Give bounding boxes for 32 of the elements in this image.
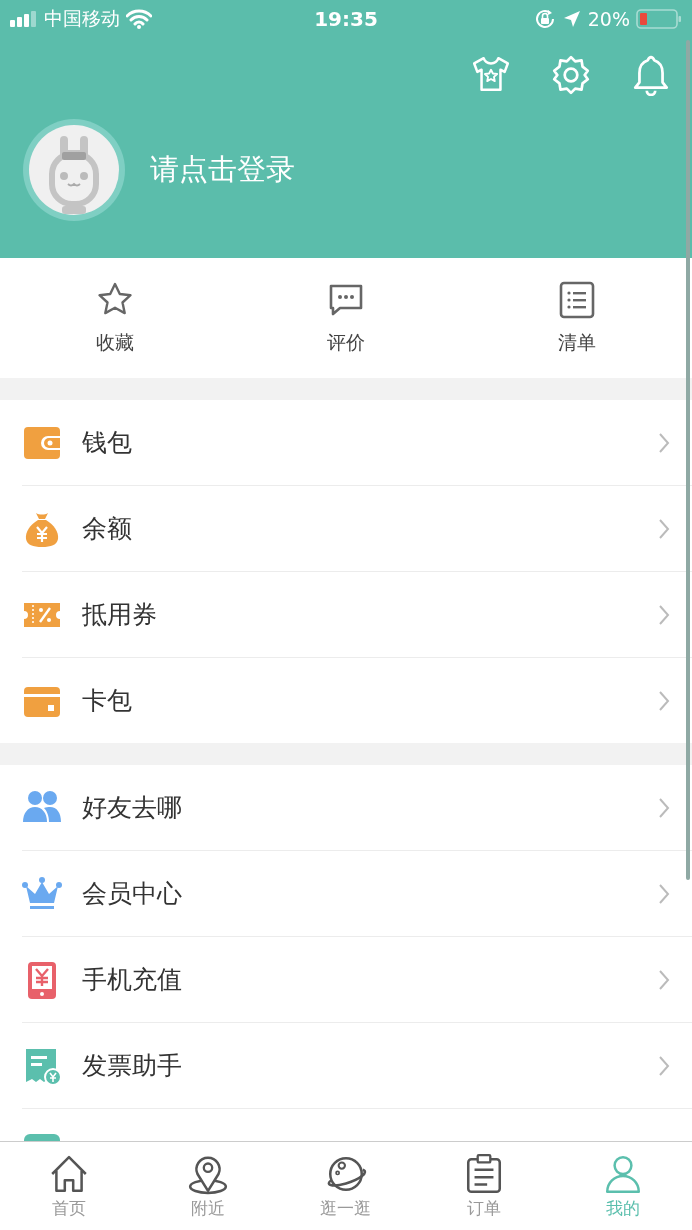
chevron-right-icon — [658, 1054, 670, 1077]
menu-label: 钱包 — [82, 427, 133, 459]
avatar-icon[interactable] — [22, 118, 126, 222]
rotation-lock-icon — [533, 8, 556, 30]
menu-label: 卡包 — [82, 685, 133, 717]
battery-percent: 20% — [587, 8, 630, 30]
menu-item[interactable]: 发票助手 — [22, 1023, 692, 1109]
signal-icon — [10, 11, 38, 27]
menu-label: 发票助手 — [82, 1050, 183, 1082]
action-label[interactable]: 清单 — [557, 330, 596, 356]
menu-label: 手机充值 — [82, 964, 183, 996]
action-label[interactable]: 评价 — [327, 330, 365, 356]
chevron-right-icon — [658, 517, 670, 540]
action-label[interactable]: 收藏 — [96, 330, 135, 356]
menu-label: 好友去哪 — [82, 792, 183, 824]
chevron-right-icon — [658, 603, 670, 626]
chevron-right-icon — [658, 882, 670, 905]
chevron-right-icon — [658, 689, 670, 712]
wifi-icon — [126, 9, 152, 29]
menu-item[interactable]: 手机充值 — [22, 937, 692, 1023]
clock-time: 19:35 — [314, 7, 378, 31]
carrier-name: 中国移动 — [44, 6, 120, 31]
chevron-right-icon — [658, 968, 670, 991]
menu-label: 余额 — [82, 513, 133, 545]
menu-label: 抵用券 — [82, 599, 158, 631]
menu-item[interactable]: 卡包 — [22, 658, 692, 743]
battery-icon — [636, 9, 682, 29]
chevron-right-icon — [658, 431, 670, 454]
menu-item[interactable]: 会员中心 — [22, 851, 692, 937]
menu-label: 会员中心 — [82, 878, 183, 910]
settings-icon[interactable] — [550, 54, 592, 96]
chevron-right-icon — [658, 796, 670, 819]
